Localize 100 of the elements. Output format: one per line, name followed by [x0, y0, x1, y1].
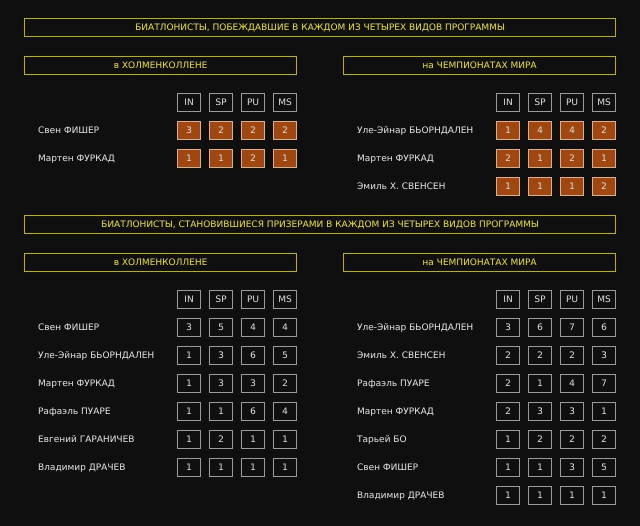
medal-count: 6	[592, 318, 616, 337]
column-header: SP	[209, 290, 233, 309]
medal-count: 4	[528, 121, 552, 140]
athlete-name: Уле-Эйнар БЬОРНДАЛЕН	[356, 322, 474, 332]
medal-count: 1	[592, 486, 616, 505]
medal-count: 2	[528, 346, 552, 365]
medal-count: 3	[592, 346, 616, 365]
medal-count: 2	[273, 121, 297, 140]
medal-count: 1	[209, 402, 233, 421]
athlete-name: Рафаэль ПУАРЕ	[37, 406, 112, 416]
medal-count: 4	[560, 374, 584, 393]
medal-count: 7	[560, 318, 584, 337]
medal-count: 3	[209, 346, 233, 365]
medal-count: 1	[528, 177, 552, 196]
column-header: MS	[592, 93, 616, 112]
medal-count: 1	[592, 402, 616, 421]
medal-count: 3	[528, 402, 552, 421]
medal-count: 1	[496, 486, 520, 505]
medal-count: 2	[209, 121, 233, 140]
medal-count: 1	[209, 149, 233, 168]
medal-count: 1	[560, 486, 584, 505]
medal-count: 2	[592, 430, 616, 449]
medal-count: 3	[496, 318, 520, 337]
athlete-name: Мартен ФУРКАД	[37, 378, 116, 388]
medal-count: 1	[528, 374, 552, 393]
medal-count: 1	[177, 374, 201, 393]
medal-count: 2	[496, 402, 520, 421]
medal-count: 4	[560, 121, 584, 140]
medal-count: 1	[496, 177, 520, 196]
medal-count: 1	[560, 177, 584, 196]
medal-count: 2	[496, 346, 520, 365]
medal-count: 1	[273, 430, 297, 449]
column-header: SP	[528, 290, 552, 309]
medal-count: 3	[177, 318, 201, 337]
medal-count: 5	[592, 458, 616, 477]
medal-count: 4	[273, 318, 297, 337]
medal-count: 2	[241, 121, 265, 140]
medal-count: 2	[592, 121, 616, 140]
athlete-name: Эмиль Х. СВЕНСЕН	[356, 350, 446, 360]
column-header: PU	[241, 93, 265, 112]
medal-count: 6	[241, 402, 265, 421]
medal-count: 2	[560, 149, 584, 168]
athlete-name: Евгений ГАРАНИЧЕВ	[37, 434, 136, 444]
column-header: MS	[273, 290, 297, 309]
column-header: MS	[592, 290, 616, 309]
medal-count: 1	[177, 458, 201, 477]
medal-count: 1	[528, 486, 552, 505]
column-header: SP	[528, 93, 552, 112]
medal-count: 5	[273, 346, 297, 365]
medal-count: 3	[177, 121, 201, 140]
column-header: IN	[177, 93, 201, 112]
medal-count: 4	[241, 318, 265, 337]
medal-count: 1	[241, 458, 265, 477]
column-header: IN	[496, 290, 520, 309]
medal-count: 2	[560, 430, 584, 449]
medal-count: 1	[528, 458, 552, 477]
athlete-name: Мартен ФУРКАД	[37, 154, 116, 164]
medal-count: 5	[209, 318, 233, 337]
medal-count: 1	[273, 149, 297, 168]
athlete-name: Рафаэль ПУАРЕ	[356, 378, 431, 388]
medal-count: 1	[273, 458, 297, 477]
section-title: БИАТЛОНИСТЫ, ПОБЕЖДАВШИЕ В КАЖДОМ ИЗ ЧЕТЫРЕХ ВИДОВ ПРОГРАММЫ	[24, 18, 616, 37]
medal-count: 2	[496, 374, 520, 393]
medal-count: 1	[241, 430, 265, 449]
panel-title: в ХОЛМЕНКОЛЛЕНЕ	[24, 253, 297, 272]
medal-count: 4	[273, 402, 297, 421]
column-header: SP	[209, 93, 233, 112]
medal-count: 6	[241, 346, 265, 365]
medal-count: 1	[177, 346, 201, 365]
section-title: БИАТЛОНИСТЫ, СТАНОВИВШИЕСЯ ПРИЗЕРАМИ В КАЖДОМ ИЗ ЧЕТЫРЕХ ВИДОВ ПРОГРАММЫ	[24, 215, 616, 234]
column-header: IN	[177, 290, 201, 309]
column-header: PU	[560, 290, 584, 309]
athlete-name: Тарьей БО	[356, 434, 408, 444]
athlete-name: Свен ФИШЕР	[356, 462, 420, 472]
medal-count: 2	[528, 430, 552, 449]
athlete-name: Мартен ФУРКАД	[356, 154, 435, 164]
athlete-name: Владимир ДРАЧЕВ	[37, 462, 126, 472]
medal-count: 1	[177, 402, 201, 421]
column-header: IN	[496, 93, 520, 112]
panel-title: на ЧЕМПИОНАТАХ МИРА	[343, 253, 616, 272]
column-header: PU	[560, 93, 584, 112]
medal-count: 2	[560, 346, 584, 365]
medal-count: 1	[496, 121, 520, 140]
medal-count: 2	[592, 177, 616, 196]
medal-count: 1	[528, 149, 552, 168]
medal-count: 1	[496, 430, 520, 449]
medal-count: 7	[592, 374, 616, 393]
medal-count: 1	[177, 149, 201, 168]
medal-count: 3	[560, 458, 584, 477]
athlete-name: Мартен ФУРКАД	[356, 406, 435, 416]
medal-count: 1	[177, 430, 201, 449]
medal-count: 3	[241, 374, 265, 393]
athlete-name: Свен ФИШЕР	[37, 322, 100, 332]
medal-count: 3	[209, 374, 233, 393]
athlete-name: Уле-Эйнар БЬОРНДАЛЕН	[37, 350, 156, 360]
medal-count: 1	[592, 149, 616, 168]
medal-count: 2	[273, 374, 297, 393]
medal-count: 6	[528, 318, 552, 337]
athlete-name: Эмиль Х. СВЕНСЕН	[356, 182, 446, 192]
medal-count: 2	[241, 149, 265, 168]
